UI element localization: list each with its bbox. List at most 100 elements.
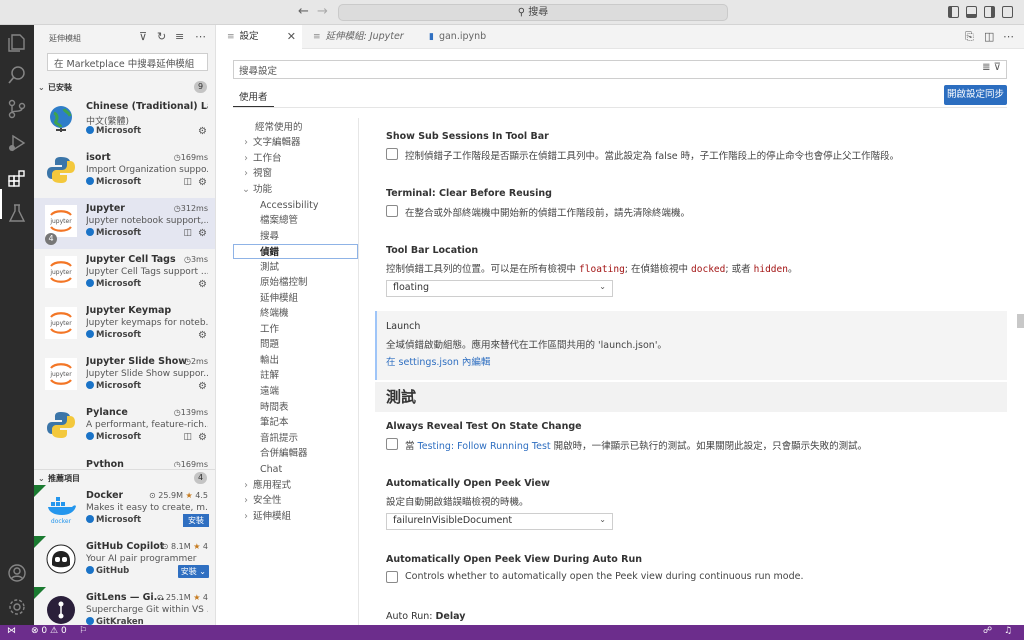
toc-item[interactable]: 遠端 [233, 384, 358, 399]
extension-item-selected[interactable]: jupyter 4 Jupyter ◷312ms Jupyter noteboo… [34, 198, 215, 249]
notifications-bell-icon[interactable]: ♫ [1004, 626, 1012, 636]
toc-item[interactable]: 問題 [233, 337, 358, 352]
toc-item[interactable]: 原始檔控制 [233, 275, 358, 290]
testing-icon[interactable] [6, 202, 28, 224]
extension-item[interactable]: Chinese (Traditional) La... 中文(繁體) Micro… [34, 96, 215, 147]
toc-item[interactable]: › 應用程式 [233, 478, 358, 493]
toc-item[interactable]: Accessibility [233, 198, 358, 213]
extension-item[interactable]: jupyter Jupyter Cell Tags ◷3ms Jupyter C… [34, 249, 215, 300]
accounts-icon[interactable] [6, 562, 28, 584]
edit-in-settings-json-link[interactable]: 在 settings.json 內編輯 [386, 354, 490, 368]
setting-link[interactable]: Testing: Follow Running Test [418, 441, 551, 452]
setting-checkbox[interactable] [386, 438, 398, 450]
close-icon[interactable]: ✕ [287, 25, 296, 49]
toc-item[interactable]: › 文字編輯器 [233, 135, 358, 150]
toggle-sidebar-icon[interactable] [948, 6, 959, 18]
run-debug-icon[interactable] [6, 132, 28, 154]
settings-sync-button[interactable]: 開啟設定同步 [944, 85, 1007, 105]
explorer-icon[interactable] [6, 32, 28, 54]
toc-item[interactable]: ⌄ 功能 [233, 182, 358, 197]
filter-icon[interactable]: ⊽ [139, 30, 147, 43]
extension-item[interactable]: Pylance ◷139ms A performant, feature-ric… [34, 402, 215, 453]
open-settings-json-icon[interactable]: ⎘ [965, 30, 974, 44]
toc-item[interactable]: › 工作台 [233, 151, 358, 166]
recommended-extension-item[interactable]: GitLens — Gi... ⊙ 25.1M ★ 4 Supercharge … [34, 587, 215, 625]
recommended-extension-item[interactable]: docker Docker ⊙ 25.9M ★ 4.5 Makes it eas… [34, 485, 215, 536]
toc-item[interactable]: 測試 [233, 260, 358, 275]
extensions-icon[interactable] [6, 168, 28, 190]
split-view-icon[interactable]: ◫ [183, 228, 192, 238]
customize-layout-icon[interactable] [1002, 6, 1013, 18]
gear-icon[interactable]: ⚙ [198, 228, 207, 239]
split-view-icon[interactable]: ◫ [183, 177, 192, 187]
recommended-extension-item[interactable]: GitHub Copilot ⊙ 8.1M ★ 4 Your AI pair p… [34, 536, 215, 587]
toc-item[interactable]: 合併編輯器 [233, 446, 358, 461]
toc-item[interactable]: › 延伸模組 [233, 509, 358, 524]
extension-item[interactable]: Python ◷169ms [34, 453, 215, 467]
source-control-icon[interactable] [6, 98, 28, 120]
gear-icon[interactable]: ⚙ [198, 177, 207, 188]
extension-item[interactable]: jupyter Jupyter Slide Show ◷2ms Jupyter … [34, 351, 215, 402]
toggle-panel-icon[interactable] [966, 6, 977, 18]
toggle-secondary-sidebar-icon[interactable] [984, 6, 995, 18]
feedback-icon[interactable]: ☍ [983, 626, 992, 636]
gear-icon[interactable]: ⚙ [198, 432, 207, 443]
setting-dropdown[interactable]: floating ⌄ [386, 280, 613, 297]
toc-item[interactable]: Chat [233, 462, 358, 477]
toc-item[interactable]: 搜尋 [233, 229, 358, 244]
setting-checkbox[interactable] [386, 148, 398, 160]
gear-icon[interactable]: ⚙ [198, 330, 207, 341]
more-actions-icon[interactable]: ⋯ [1003, 30, 1014, 43]
toc-item[interactable]: 輸出 [233, 353, 358, 368]
installed-section-header[interactable]: ⌄ 已安裝 9 [34, 79, 215, 95]
live-share-icon[interactable]: ⚐ [79, 626, 87, 636]
tab-settings[interactable]: ≡ 設定 ✕ [217, 25, 302, 49]
toc-item[interactable]: 時間表 [233, 400, 358, 415]
extension-search-input[interactable]: 在 Marketplace 中搜尋延伸模組 [47, 53, 208, 71]
extension-description: Makes it easy to create, m... [86, 503, 208, 513]
setting-checkbox[interactable] [386, 571, 398, 583]
tab-user-scope[interactable]: 使用者 [233, 87, 274, 107]
recommended-section-header[interactable]: ⌄ 推薦項目 4 [34, 469, 215, 485]
settings-search-input[interactable]: 搜尋設定 ≣ ⊽ [233, 60, 1007, 79]
problems-indicator[interactable]: ⊗ 0 ⚠ 0 [31, 626, 67, 636]
toc-item[interactable]: 註解 [233, 368, 358, 383]
toc-item-selected[interactable]: 偵錯 [233, 244, 358, 259]
toc-item[interactable]: › 視窗 [233, 166, 358, 181]
extension-item[interactable]: isort ◷169ms Import Organization suppo..… [34, 147, 215, 198]
clear-filter-icon[interactable]: ≣ [982, 62, 990, 73]
toc-item[interactable]: 經常使用的 [233, 120, 358, 135]
toc-item[interactable]: › 安全性 [233, 493, 358, 508]
clear-icon[interactable]: ≡ [175, 30, 184, 43]
forward-arrow-icon[interactable]: → [317, 4, 328, 19]
setting-dropdown[interactable]: failureInVisibleDocument ⌄ [386, 513, 613, 530]
install-button[interactable]: 安裝 [183, 514, 209, 527]
toc-item[interactable]: 音訊提示 [233, 431, 358, 446]
setting-checkbox[interactable] [386, 205, 398, 217]
gear-icon[interactable]: ⚙ [198, 381, 207, 392]
verified-badge-icon [86, 228, 94, 236]
search-icon[interactable] [6, 64, 28, 86]
filter-icon[interactable]: ⊽ [994, 62, 1001, 73]
gear-icon[interactable]: ⚙ [198, 126, 207, 137]
toc-item[interactable]: 工作 [233, 322, 358, 337]
back-arrow-icon[interactable]: ← [298, 4, 309, 19]
manage-gear-icon[interactable] [6, 596, 28, 618]
toc-item[interactable]: 檔案總管 [233, 213, 358, 228]
toc-item[interactable]: 筆記本 [233, 415, 358, 430]
extension-item[interactable]: jupyter Jupyter Keymap Jupyter keymaps f… [34, 300, 215, 351]
more-actions-icon[interactable]: ⋯ [195, 30, 206, 43]
split-view-icon[interactable]: ◫ [183, 432, 192, 442]
toc-item[interactable]: 延伸模組 [233, 291, 358, 306]
refresh-icon[interactable]: ↻ [157, 30, 166, 43]
install-button[interactable]: 安裝 ⌄ [177, 565, 209, 578]
command-center[interactable]: ⚲ 搜尋 [338, 4, 728, 21]
tab-extension-jupyter[interactable]: ≡ 延伸模組: Jupyter [303, 25, 418, 49]
split-editor-icon[interactable]: ◫ [984, 30, 994, 43]
recommended-count: 4 [194, 472, 207, 484]
gear-icon[interactable]: ⚙ [198, 279, 207, 290]
tab-gan-ipynb[interactable]: ▮ gan.ipynb [419, 25, 509, 49]
toc-item[interactable]: 終端機 [233, 306, 358, 321]
scrollbar-thumb[interactable] [1017, 314, 1024, 328]
remote-icon[interactable]: ⋈ [7, 626, 16, 636]
